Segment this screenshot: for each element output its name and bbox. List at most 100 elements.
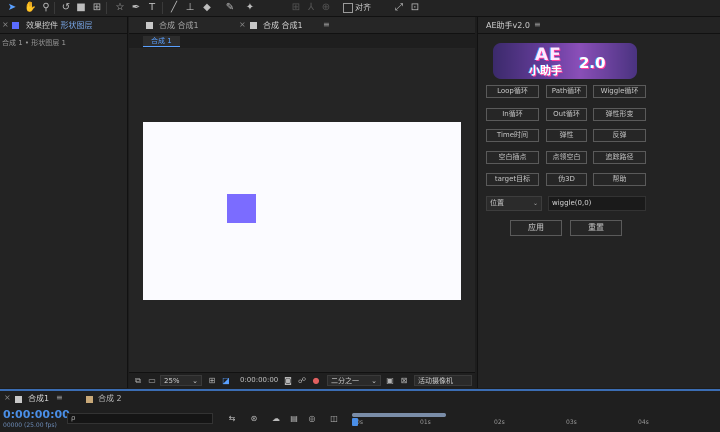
toolbar-divider	[162, 2, 163, 14]
work-area-bar[interactable]	[352, 413, 446, 417]
show-snapshot-icon[interactable]: ☍	[297, 376, 307, 386]
region-of-interest-icon[interactable]: ▣	[385, 376, 395, 386]
snap-options-icon[interactable]: ⤢	[393, 2, 405, 14]
type-tool-icon[interactable]: T	[146, 2, 158, 14]
track-path-button[interactable]: 追踪路径	[593, 151, 646, 164]
elastic-deform-button[interactable]: 弹性形变	[593, 108, 646, 121]
draft-3d-icon[interactable]: ⊛	[248, 413, 260, 425]
effects-panel-title[interactable]: 效果控件 形状图层	[26, 20, 93, 31]
point-null-button[interactable]: 点领空白	[546, 151, 587, 164]
null-point-button[interactable]: 空白插点	[486, 151, 539, 164]
tab-timeline-comp2[interactable]: 合成 2	[98, 393, 122, 404]
zoom-tool-icon[interactable]: ⚲	[40, 2, 52, 14]
tab-timeline-comp1[interactable]: 合成1	[28, 393, 49, 404]
zoom-select[interactable]: 25% ⌄	[160, 375, 202, 386]
in-loop-button[interactable]: In循环	[486, 108, 539, 121]
rotate-tool-icon[interactable]: ↺	[60, 2, 72, 14]
viewer-footer: ⧉ ▭ 25% ⌄ ⊞ ◪ 0:00:00:00 ◙ ☍ ● 二分之一 ⌄ ▣ ⊠ …	[129, 372, 475, 389]
comp-tab-icon	[146, 22, 153, 29]
layer-path: 合成 1 • 形状图层 1	[2, 39, 66, 47]
color-channels-icon[interactable]: ●	[311, 376, 321, 386]
timeline-search-input[interactable]: ρ	[67, 413, 213, 424]
chevron-down-icon: ⌄	[532, 200, 538, 207]
snap-checkbox[interactable]	[343, 3, 353, 13]
comp-tab-icon	[15, 396, 22, 403]
pan-behind-tool-icon[interactable]: ⊞	[91, 2, 103, 14]
camera-tool-icon[interactable]: ■	[75, 2, 87, 14]
timeline-frame-info: 00000 (25.00 fps)	[3, 422, 57, 429]
elastic-button[interactable]: 弹性	[546, 129, 587, 142]
property-select-value: 位置	[490, 199, 504, 207]
time-button[interactable]: Time时间	[486, 129, 539, 142]
panel-color-icon	[12, 22, 19, 29]
fake-3d-button[interactable]: 伪3D	[546, 173, 587, 186]
always-preview-icon[interactable]: ⧉	[133, 376, 143, 386]
shape-layer-square[interactable]	[227, 194, 256, 223]
property-select[interactable]: 位置 ⌄	[486, 196, 542, 211]
current-time[interactable]: 0:00:00:00	[240, 376, 278, 384]
menu-icon[interactable]: ≡	[56, 393, 63, 402]
snap-label: 对齐	[355, 3, 371, 12]
chevron-down-icon: ⌄	[371, 377, 377, 385]
out-loop-button[interactable]: Out循环	[546, 108, 587, 121]
camera-select[interactable]: 活动摄像机	[414, 375, 472, 386]
ruler-tick: 02s	[494, 419, 505, 426]
playhead[interactable]	[352, 418, 358, 426]
eraser-tool-icon[interactable]: ◆	[201, 2, 213, 14]
target-button[interactable]: target目标	[486, 173, 539, 186]
effects-title-prefix: 效果控件	[26, 21, 58, 30]
transparency-grid-icon[interactable]: ⊠	[399, 376, 409, 386]
graph-editor-icon[interactable]: ◫	[328, 413, 340, 425]
close-icon[interactable]: ×	[2, 20, 9, 29]
motion-blur-icon[interactable]: ◎	[306, 413, 318, 425]
tab-comp-active[interactable]: 合成 合成1	[263, 20, 303, 31]
comp-breadcrumb[interactable]: 合成 1	[143, 36, 180, 47]
pen-tool-icon[interactable]: ✒	[130, 2, 142, 14]
path-loop-button[interactable]: Path循环	[546, 85, 587, 98]
shape-tool-icon[interactable]: ☆	[114, 2, 126, 14]
monitor-icon[interactable]: ▭	[147, 376, 157, 386]
composition-canvas[interactable]	[143, 122, 461, 300]
shy-layers-icon[interactable]: ☁	[270, 413, 282, 425]
menu-icon[interactable]: ≡	[534, 20, 541, 29]
resolution-select[interactable]: 二分之一 ⌄	[327, 375, 381, 386]
helper-panel-title[interactable]: AE助手v2.0	[486, 20, 530, 31]
viewer-area[interactable]	[129, 49, 475, 371]
local-axis-icon[interactable]: ⊞	[290, 2, 302, 14]
bounce-button[interactable]: 反弹	[593, 129, 646, 142]
wiggle-loop-button[interactable]: Wiggle循环	[593, 85, 646, 98]
help-button[interactable]: 帮助	[593, 173, 646, 186]
puppet-pin-tool-icon[interactable]: ✦	[244, 2, 256, 14]
menu-icon[interactable]: ≡	[323, 20, 330, 29]
time-ruler[interactable]: 0s 01s 02s 03s 04s	[350, 419, 720, 431]
toolbar-divider	[54, 2, 55, 14]
reset-button[interactable]: 重置	[570, 220, 622, 236]
grid-icon[interactable]: ⊞	[207, 376, 217, 386]
hand-tool-icon[interactable]: ✋	[24, 2, 36, 14]
camera-snapshot-icon[interactable]: ◙	[283, 376, 293, 386]
mask-visibility-icon[interactable]: ◪	[221, 376, 231, 386]
frame-blending-icon[interactable]: ▤	[288, 413, 300, 425]
expression-input[interactable]: wiggle(0,0)	[548, 196, 646, 211]
composition-panel: 合成 合成1 × 合成 合成1 ≡ 合成 1 ⧉ ▭ 25% ⌄ ⊞ ◪ 0:00…	[129, 17, 475, 389]
brush-tool-icon[interactable]: ╱	[168, 2, 180, 14]
world-axis-icon[interactable]: ⅄	[305, 2, 317, 14]
comp-tab-icon	[250, 22, 257, 29]
effects-panel-header: × 效果控件 形状图层	[0, 17, 127, 34]
logo-text-name: 小助手	[529, 64, 562, 77]
ruler-tick: 01s	[420, 419, 431, 426]
clone-stamp-tool-icon[interactable]: ⊥	[184, 2, 196, 14]
loop-button[interactable]: Loop循环	[486, 85, 539, 98]
tab-comp-inactive[interactable]: 合成 合成1	[159, 20, 199, 31]
snap-edges-icon[interactable]: ⊡	[409, 2, 421, 14]
apply-button[interactable]: 应用	[510, 220, 562, 236]
helper-panel-header: AE助手v2.0 ≡	[478, 17, 720, 34]
timeline-timecode[interactable]: 0:00:00:00	[3, 408, 70, 421]
ruler-tick: 04s	[638, 419, 649, 426]
view-axis-icon[interactable]: ⊕	[320, 2, 332, 14]
close-icon[interactable]: ×	[4, 393, 11, 402]
roto-brush-tool-icon[interactable]: ✎	[224, 2, 236, 14]
selection-tool-icon[interactable]: ➤	[6, 2, 18, 14]
comp-flowchart-icon[interactable]: ⇆	[226, 413, 238, 425]
close-icon[interactable]: ×	[239, 20, 246, 29]
